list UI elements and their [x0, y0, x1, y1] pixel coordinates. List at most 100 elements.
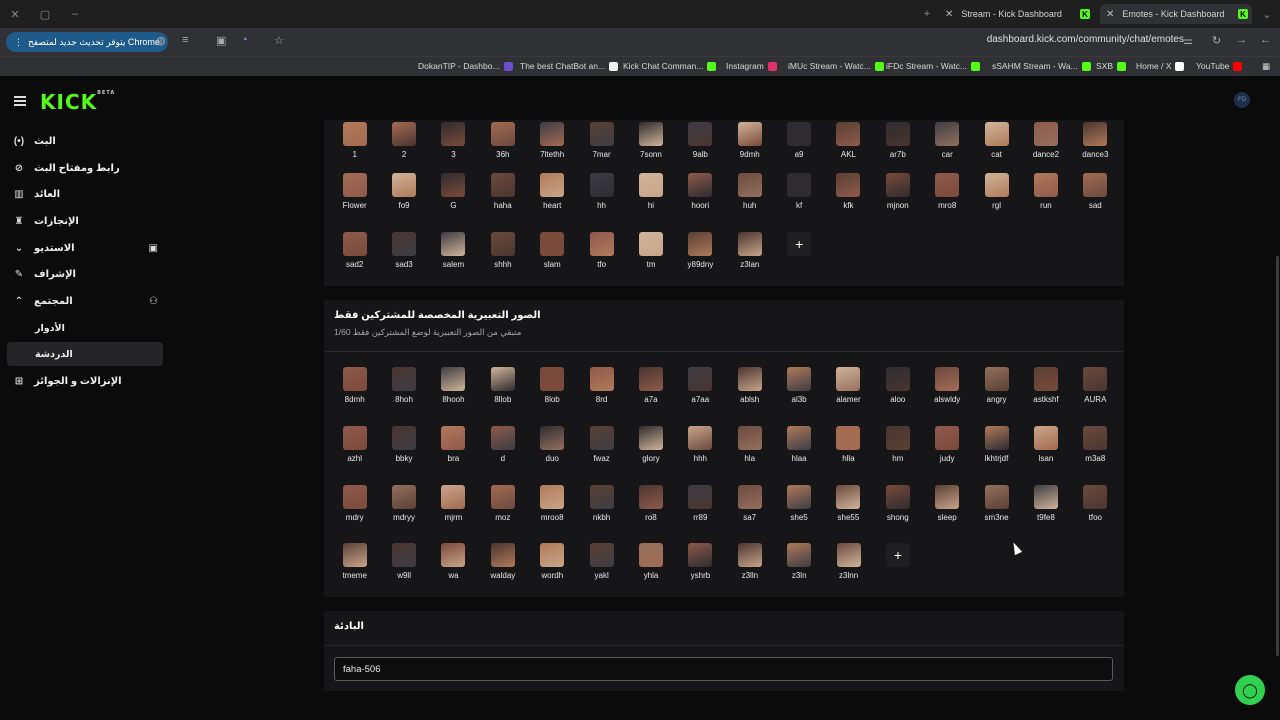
emote-item[interactable]: she5: [774, 485, 823, 522]
emote-item[interactable]: rr89: [676, 485, 725, 522]
chrome-update-button[interactable]: ⋮ يتوفر تحديث جديد لمتصفح Chrome: [6, 32, 168, 52]
emote-item[interactable]: sad: [1071, 173, 1120, 210]
emote-item[interactable]: wa: [429, 543, 478, 580]
emote-item[interactable]: judy: [923, 426, 972, 463]
emote-item[interactable]: mjrm: [429, 485, 478, 522]
scrollbar[interactable]: [1276, 256, 1279, 656]
help-chat-button[interactable]: ◯: [1235, 675, 1265, 705]
emote-item[interactable]: duo: [528, 426, 577, 463]
forward-icon[interactable]: →: [1236, 34, 1247, 46]
emote-item[interactable]: alamer: [824, 367, 873, 404]
restore-window-icon[interactable]: ▢: [38, 7, 52, 21]
sidebar-item-achievements[interactable]: ♜ الإنجازات: [12, 211, 162, 231]
emote-item[interactable]: 7ltethh: [528, 122, 577, 159]
emote-item[interactable]: angry: [972, 367, 1021, 404]
emote-item[interactable]: tmeme: [330, 543, 379, 580]
emote-item[interactable]: dance2: [1021, 122, 1070, 159]
emote-item[interactable]: d: [478, 426, 527, 463]
emote-item[interactable]: haha: [478, 173, 527, 210]
emote-item[interactable]: she55: [824, 485, 873, 522]
emote-item[interactable]: 8llob: [478, 367, 527, 404]
emote-item[interactable]: lkhtrjdf: [972, 426, 1021, 463]
add-emote-button[interactable]: +: [775, 232, 824, 269]
emote-item[interactable]: mjnon: [873, 173, 922, 210]
emote-item[interactable]: z3ln: [775, 543, 824, 580]
tab-emotes-dashboard[interactable]: ✕ Emotes - Kick Dashboard: [1100, 4, 1252, 24]
emote-item[interactable]: ro8: [626, 485, 675, 522]
emote-item[interactable]: huh: [725, 173, 774, 210]
emote-item[interactable]: 8hooh: [429, 367, 478, 404]
emote-item[interactable]: Flower: [330, 173, 379, 210]
close-tab-icon[interactable]: ✕: [1106, 9, 1114, 20]
new-tab-icon[interactable]: +: [920, 7, 934, 21]
emote-item[interactable]: aloo: [873, 367, 922, 404]
menu-hamburger-icon[interactable]: [14, 96, 26, 106]
emote-item[interactable]: mroo8: [528, 485, 577, 522]
bookmark-star-icon[interactable]: ☆: [274, 34, 284, 47]
kick-logo[interactable]: KICKBETA: [40, 90, 115, 114]
emote-item[interactable]: sa7: [725, 485, 774, 522]
emote-item[interactable]: car: [923, 122, 972, 159]
emote-item[interactable]: bra: [429, 426, 478, 463]
bookmark-item[interactable]: Home / X: [1136, 61, 1185, 71]
emote-item[interactable]: z3lln: [725, 543, 774, 580]
emote-item[interactable]: kfk: [824, 173, 873, 210]
emote-item[interactable]: azhl: [330, 426, 379, 463]
emote-item[interactable]: cat: [972, 122, 1021, 159]
emote-item[interactable]: hoori: [676, 173, 725, 210]
emote-item[interactable]: AURA: [1071, 367, 1120, 404]
back-icon[interactable]: ←: [1260, 34, 1271, 46]
bookmark-item[interactable]: DokanTIP - Dashbo...: [418, 61, 513, 71]
emote-item[interactable]: astkshf: [1021, 367, 1070, 404]
sidebar-item-drops-rewards[interactable]: ⊞ الإنزالات و الجوائز: [12, 371, 162, 391]
emote-item[interactable]: salem: [429, 232, 478, 269]
emote-item[interactable]: hla: [725, 426, 774, 463]
all-bookmarks-icon[interactable]: ▦: [1262, 61, 1270, 72]
emote-item[interactable]: moz: [478, 485, 527, 522]
emote-item[interactable]: z3lnn: [824, 543, 873, 580]
bookmark-item[interactable]: SXB: [1096, 61, 1127, 71]
reload-icon[interactable]: ↻: [1212, 34, 1221, 47]
sidebar-item-chat[interactable]: الدردشة: [7, 342, 163, 366]
emote-item[interactable]: lsan: [1021, 426, 1070, 463]
emote-item[interactable]: hm: [873, 426, 922, 463]
emote-item[interactable]: a9: [774, 122, 823, 159]
emote-item[interactable]: al3b: [774, 367, 823, 404]
emote-item[interactable]: 2: [379, 122, 428, 159]
bookmark-item[interactable]: The best ChatBot an...: [520, 61, 619, 71]
bookmark-item[interactable]: Instagram: [726, 61, 777, 71]
emote-item[interactable]: a7a: [626, 367, 675, 404]
tab-stream-dashboard[interactable]: ✕ Stream - Kick Dashboard: [945, 4, 1062, 24]
emote-item[interactable]: yshrb: [676, 543, 725, 580]
bookmark-item[interactable]: YouTube: [1196, 61, 1243, 71]
emote-item[interactable]: rgl: [972, 173, 1021, 210]
emote-item[interactable]: mdryy: [379, 485, 428, 522]
emote-item[interactable]: 36h: [478, 122, 527, 159]
emote-item[interactable]: hlaa: [774, 426, 823, 463]
bookmark-item[interactable]: sSAHM Stream - Wa...: [992, 61, 1091, 71]
emote-item[interactable]: sleep: [923, 485, 972, 522]
profile-icon[interactable]: ◍: [156, 34, 166, 47]
emote-item[interactable]: mdry: [330, 485, 379, 522]
avatar[interactable]: FD: [1234, 92, 1250, 108]
emote-item[interactable]: tfoo: [1071, 485, 1120, 522]
extension-icon[interactable]: ▣: [216, 34, 226, 47]
emote-item[interactable]: sm3ne: [972, 485, 1021, 522]
emote-item[interactable]: hhh: [676, 426, 725, 463]
sidebar-item-moderation[interactable]: ✎ الإشراف: [12, 264, 162, 284]
url-field[interactable]: dashboard.kick.com/community/chat/emotes: [987, 34, 1184, 45]
emote-item[interactable]: 8hoh: [379, 367, 428, 404]
close-window-icon[interactable]: ✕: [8, 7, 22, 21]
emote-item[interactable]: AKL: [824, 122, 873, 159]
emote-item[interactable]: wordh: [528, 543, 577, 580]
emote-item[interactable]: z3lan: [725, 232, 774, 269]
emote-item[interactable]: kf: [774, 173, 823, 210]
emote-item[interactable]: hi: [626, 173, 675, 210]
emote-item[interactable]: shong: [873, 485, 922, 522]
emote-item[interactable]: 9alb: [676, 122, 725, 159]
emote-item[interactable]: sad2: [330, 232, 379, 269]
emote-item[interactable]: dance3: [1071, 122, 1120, 159]
emote-item[interactable]: mro8: [923, 173, 972, 210]
emote-item[interactable]: heart: [528, 173, 577, 210]
emote-item[interactable]: 9dmh: [725, 122, 774, 159]
